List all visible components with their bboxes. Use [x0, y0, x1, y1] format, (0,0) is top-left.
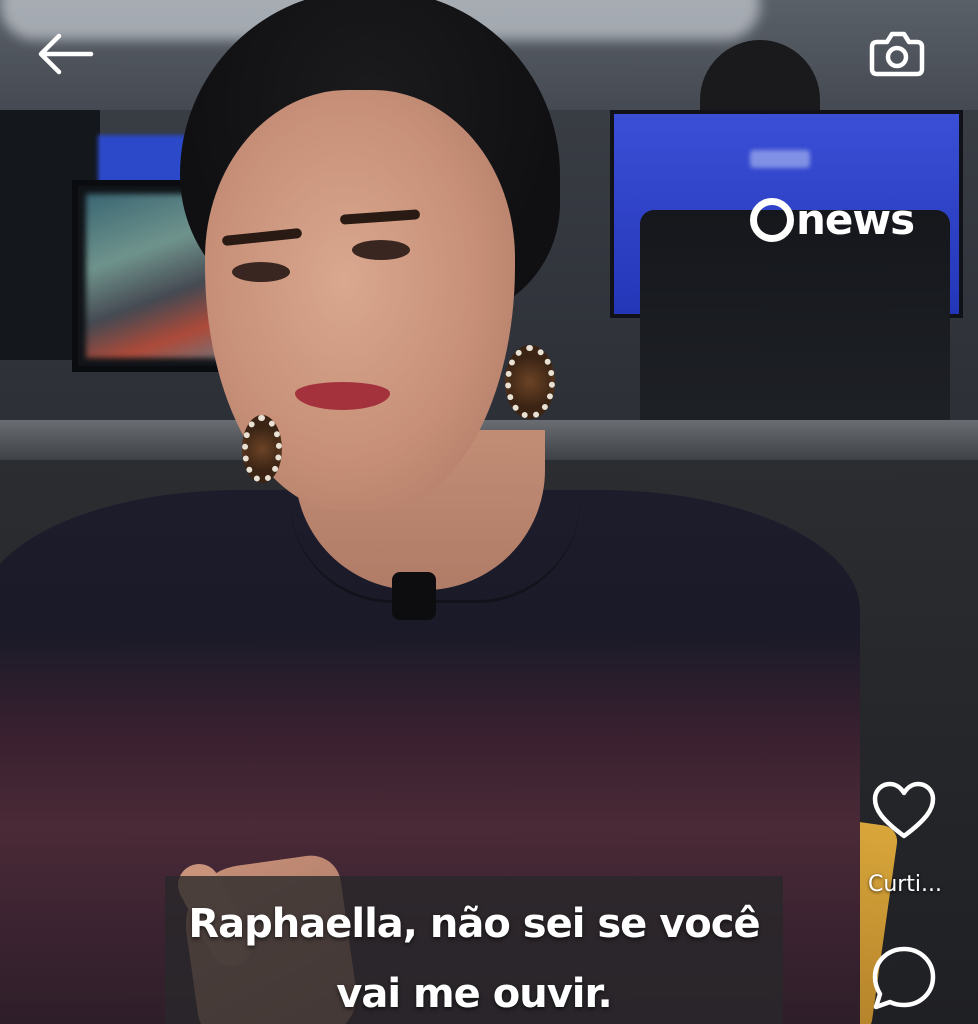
caption-line: vai me ouvir. — [336, 971, 612, 1017]
lapel-microphone — [392, 572, 436, 620]
back-button[interactable] — [30, 26, 100, 82]
monitor-clock — [750, 150, 810, 168]
reel-viewer: news Curti... Raphaella, não sei se você… — [0, 0, 978, 1024]
camera-button[interactable] — [862, 20, 932, 84]
channel-logo-text: news — [796, 195, 915, 244]
comment-bubble-icon — [872, 946, 936, 1010]
caption-line: Raphaella, não sei se você — [188, 901, 760, 947]
like-button[interactable] — [864, 776, 944, 846]
channel-logo: news — [750, 194, 915, 246]
heart-icon — [872, 781, 936, 839]
presenter-eye — [232, 262, 290, 282]
like-label[interactable]: Curti... — [850, 872, 960, 897]
channel-logo-ring — [750, 198, 794, 242]
presenter-earring — [242, 415, 282, 483]
caption-box: Raphaella, não sei se você vai me ouvir. — [165, 876, 783, 1024]
comment-button[interactable] — [864, 940, 944, 1016]
arrow-left-icon — [38, 33, 94, 75]
presenter-earring — [505, 345, 555, 419]
presenter-eye — [352, 240, 410, 260]
camera-icon — [869, 31, 925, 77]
video-frame[interactable] — [0, 0, 978, 1024]
